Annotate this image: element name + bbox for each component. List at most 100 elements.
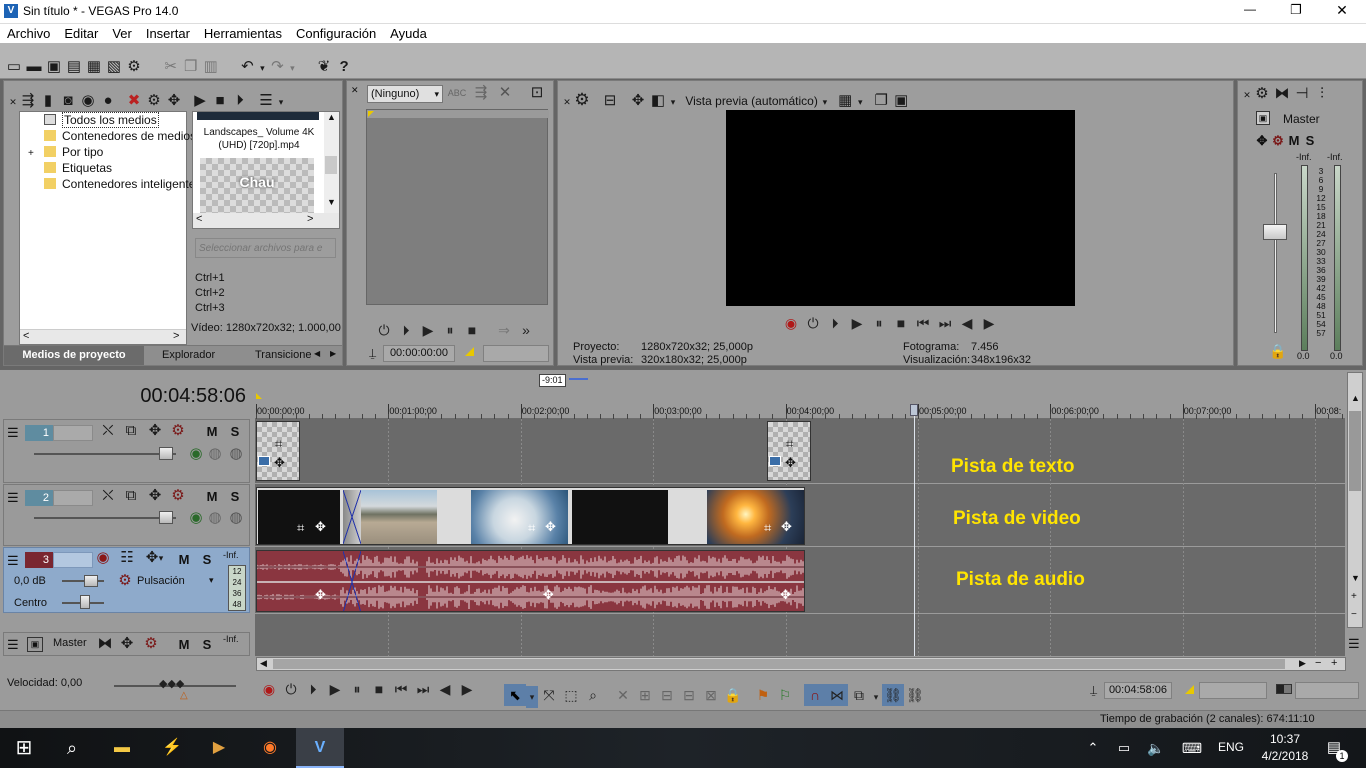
play-from-start-icon[interactable]: ⏵ (395, 319, 417, 341)
play-icon[interactable]: ▶ (417, 319, 439, 341)
crop-icon[interactable]: ⌗ (297, 520, 304, 536)
zoom-tool-icon[interactable]: ⌕ (582, 684, 604, 706)
timeline-options-icon[interactable]: ☰ (1348, 636, 1360, 652)
get-media-icon[interactable]: ◉ (78, 92, 98, 112)
thumb-hscrollbar[interactable]: < > (193, 213, 339, 228)
next-frame-icon[interactable]: ▶ (978, 312, 1000, 334)
fx-icon[interactable]: ⇶ (471, 84, 491, 104)
tree-item-todos[interactable]: Todos los medios (20, 112, 186, 128)
clock-date[interactable]: 4/2/2018 (1258, 749, 1312, 763)
ripple-dropdown-icon[interactable]: ▾ (870, 686, 882, 708)
pan-slider-knob[interactable] (80, 595, 90, 609)
compositing-icon[interactable]: ⧉ (121, 487, 141, 507)
undo-icon[interactable]: ↶ (237, 58, 257, 78)
scroll-right-icon[interactable]: > (307, 213, 313, 225)
ripple-edit-icon[interactable]: ⧉ (848, 684, 870, 706)
mute-button[interactable]: M (204, 424, 220, 440)
lock-envelopes-icon[interactable]: ⛓ (882, 684, 904, 706)
insert-marker-icon[interactable]: ⚑ (752, 684, 774, 706)
master-bus-row[interactable]: ☰ ▣ Master ⧓ ✥ ⚙ M S -Inf. (3, 632, 250, 656)
scroll-up-icon[interactable]: ▲ (1351, 393, 1360, 403)
tree-item-etiquetas[interactable]: Etiquetas (20, 160, 186, 176)
record-icon[interactable]: ◉ (780, 312, 802, 334)
dim-icon[interactable]: ⊣ (1292, 85, 1312, 105)
media-player-icon[interactable]: ▶ (205, 734, 233, 762)
import-media-icon[interactable]: ⇶ (18, 92, 38, 112)
copy-icon[interactable]: ❐ (181, 58, 201, 78)
delete-icon[interactable]: ✕ (495, 84, 515, 104)
web-icon[interactable]: ● (98, 92, 118, 112)
tab-transiciones[interactable]: Transicione (255, 346, 311, 365)
new-project-icon[interactable]: ▭ (4, 58, 24, 78)
firefox-icon[interactable]: ◉ (256, 734, 284, 762)
minimize-button[interactable]: — (1236, 2, 1264, 16)
preview-settings-icon[interactable]: ⚙ (572, 91, 592, 111)
scroll-left-icon[interactable]: < (196, 213, 202, 225)
level-slider-knob[interactable] (159, 447, 173, 460)
maximize-button[interactable]: ❐ (1282, 2, 1310, 18)
capture-video-icon[interactable]: ▮ (38, 92, 58, 112)
master-fx-settings-icon[interactable]: ⚙ (1270, 133, 1286, 149)
fx-dropdown-icon[interactable]: ▾ (209, 575, 214, 586)
track-settings-icon[interactable]: ⚙ (168, 422, 188, 442)
redo-icon[interactable]: ↷ (267, 58, 287, 78)
tab-medios-proyecto[interactable]: Medios de proyecto (4, 346, 144, 365)
auto-preview-icon[interactable]: ⏵ (230, 92, 250, 112)
panel-close-icon[interactable]: ✕ (1242, 86, 1252, 106)
track-fx-icon[interactable]: ✥ (145, 487, 165, 507)
prev-frame-icon[interactable]: ◀ (434, 678, 456, 700)
panel-close-icon[interactable]: ✕ (562, 93, 572, 113)
scroll-left-icon[interactable]: ◀ (260, 658, 267, 669)
stop-icon[interactable]: ■ (461, 319, 483, 341)
clock-time[interactable]: 10:37 (1265, 732, 1305, 746)
cut-icon[interactable]: ✂ (161, 58, 181, 78)
trim-icon[interactable]: ⊞ (634, 684, 656, 706)
text-clip-1[interactable]: ⌗ ✥ (256, 421, 300, 481)
timeline-vscrollbar[interactable]: ▲ ▼ + − (1347, 372, 1363, 628)
play-from-start-icon[interactable]: ⏵ (302, 678, 324, 700)
track-fx-name[interactable]: Pulsación (137, 575, 185, 587)
fx-settings-icon[interactable]: ⚙ (115, 572, 135, 592)
track-header-3[interactable]: ☰ 3 ◉ ☷ ✥ ▾ M S -Inf. 0,0 dB ⚙ Pulsación… (3, 547, 250, 613)
tree-hscrollbar[interactable]: < > (20, 329, 186, 344)
selection-tool-icon[interactable]: ⬚ (560, 684, 582, 706)
compositing-icon[interactable]: ⧉ (121, 422, 141, 442)
level-slider[interactable] (34, 453, 176, 455)
selection-length-field[interactable] (1295, 682, 1359, 699)
menu-insertar[interactable]: Insertar (139, 24, 197, 43)
file-explorer-icon[interactable]: ▬ (108, 734, 136, 762)
scroll-left-icon[interactable]: < (23, 330, 29, 342)
menu-archivo[interactable]: Archivo (0, 24, 57, 43)
tab-next-icon[interactable]: ▶ (330, 349, 336, 358)
invert-phase-icon[interactable]: ☷ (117, 549, 137, 569)
trimmer-settings-icon[interactable]: ⊡ (527, 84, 547, 104)
track-name-field[interactable] (53, 425, 93, 441)
motion-icon[interactable]: ⛌ (98, 487, 118, 507)
mixer-settings-icon[interactable]: ⚙ (1252, 85, 1272, 105)
track-fx-icon[interactable]: ✥ (145, 422, 165, 442)
save-snapshot-icon[interactable]: ▣ (891, 92, 911, 112)
stop-icon[interactable]: ■ (368, 678, 390, 700)
scroll-thumb[interactable] (273, 659, 1285, 669)
lock-icon[interactable]: 🔒 (1269, 343, 1286, 360)
zoom-out-icon[interactable]: − (1351, 609, 1357, 620)
text-clip-2[interactable]: ⌗ ✥ (767, 421, 811, 481)
scroll-down-icon[interactable]: ▼ (1351, 573, 1360, 583)
help-icon[interactable]: ? (334, 58, 354, 78)
views-dropdown-icon[interactable]: ▾ (276, 93, 286, 113)
keyboard-icon[interactable]: ⌨ (1178, 734, 1206, 762)
menu-ayuda[interactable]: Ayuda (383, 24, 434, 43)
envelope-tool-icon[interactable]: ⤧ (538, 684, 560, 706)
snapping-icon[interactable]: ∩ (804, 684, 826, 706)
paste-icon[interactable]: ▥ (201, 58, 221, 78)
menu-configuracion[interactable]: Configuración (289, 24, 383, 43)
save-icon[interactable]: ▣ (44, 58, 64, 78)
master-solo-button[interactable]: S (1302, 133, 1318, 149)
close-button[interactable]: ✕ (1328, 2, 1356, 19)
fx-chain-icon[interactable]: ✥ (628, 92, 648, 112)
add-to-timeline-icon[interactable]: ⇒ (493, 319, 515, 341)
clip-fx-icon[interactable]: ✥ (315, 587, 326, 603)
views-icon[interactable]: ☰ (256, 92, 276, 112)
scroll-right-icon[interactable]: > (173, 330, 179, 342)
tree-item-contenedores[interactable]: Contenedores de medios (20, 128, 196, 144)
